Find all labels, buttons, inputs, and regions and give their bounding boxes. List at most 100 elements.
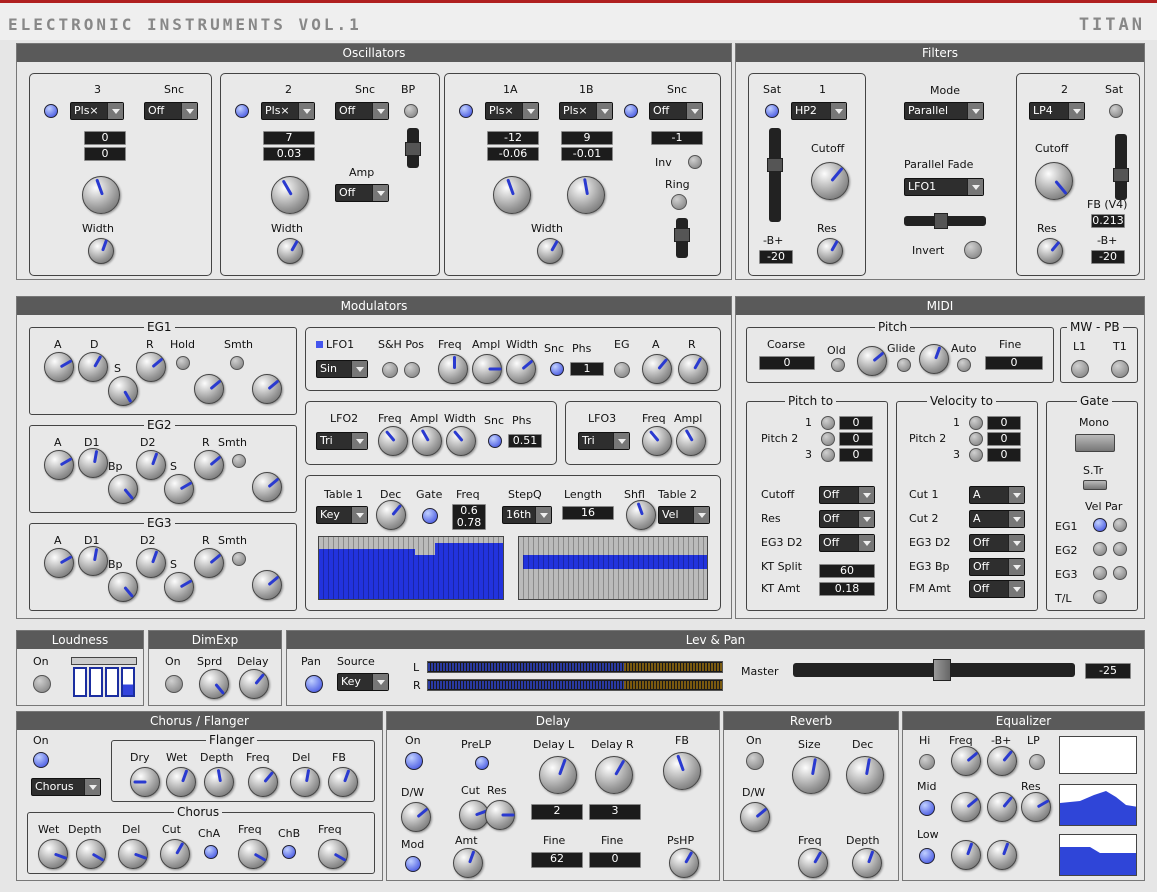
coarse-value[interactable]: 0 <box>759 356 815 370</box>
osc2-bp-slider[interactable] <box>405 128 421 168</box>
pitch-to-cutoff-dropdown[interactable]: Off <box>819 486 875 504</box>
velocity-to-1-led[interactable] <box>969 416 983 430</box>
eg1-smth-knob[interactable] <box>252 374 282 404</box>
lfo1-a-knob[interactable] <box>642 354 672 384</box>
invert-led[interactable] <box>964 241 982 259</box>
osc1b-value-1[interactable]: 9 <box>561 131 613 145</box>
kt-split-value[interactable]: 60 <box>819 564 875 578</box>
kt-amt-value[interactable]: 0.18 <box>819 582 875 596</box>
filter2-fb-value[interactable]: 0.213 <box>1091 214 1125 228</box>
eg1-d-knob[interactable] <box>78 352 108 382</box>
shfl-knob[interactable] <box>626 500 656 530</box>
osc1b-pitch-knob[interactable] <box>567 176 605 214</box>
delay-amt-knob[interactable] <box>453 848 483 878</box>
osc2-value-1[interactable]: 7 <box>263 131 315 145</box>
chorus-wet-knob[interactable] <box>38 839 68 869</box>
chorus-freq-a-knob[interactable] <box>238 839 268 869</box>
lfo1-r-knob[interactable] <box>678 354 708 384</box>
flanger-depth-knob[interactable] <box>204 767 234 797</box>
osc3-on-led[interactable] <box>44 104 58 118</box>
osc1-ring-slider[interactable] <box>674 218 690 258</box>
eq-mid-led[interactable] <box>919 800 935 816</box>
osc1a-wave-dropdown[interactable]: Pls× <box>485 102 539 120</box>
stepq-dropdown[interactable]: 16th <box>502 506 552 524</box>
osc1b-wave-dropdown[interactable]: Pls× <box>559 102 613 120</box>
filter2-cutoff-knob[interactable] <box>1035 162 1073 200</box>
eg1-smth-led[interactable] <box>230 356 244 370</box>
eg2-a-knob[interactable] <box>44 450 74 480</box>
dec-knob[interactable] <box>376 500 406 530</box>
eg1-r-knob[interactable] <box>136 352 166 382</box>
eg3-par-led[interactable] <box>1113 566 1127 580</box>
chorus-on-led[interactable] <box>33 752 49 768</box>
source-dropdown[interactable]: Key <box>337 673 389 691</box>
eg1-hold-knob[interactable] <box>194 374 224 404</box>
pshp-knob[interactable] <box>669 848 699 878</box>
eg3-d1-knob[interactable] <box>78 546 108 576</box>
osc1b-on-led[interactable] <box>624 104 638 118</box>
osc3-value-1[interactable]: 0 <box>84 131 126 145</box>
eg1-s-knob[interactable] <box>108 376 138 406</box>
eg1-hold-led[interactable] <box>176 356 190 370</box>
osc3-value-2[interactable]: 0 <box>84 147 126 161</box>
eg3-a-knob[interactable] <box>44 548 74 578</box>
osc1-snc-value[interactable]: -1 <box>651 131 703 145</box>
lfo1-wave-dropdown[interactable]: Sin <box>316 360 368 378</box>
table2-graph[interactable] <box>518 536 708 600</box>
lfo3-ampl-knob[interactable] <box>676 426 706 456</box>
osc1-ring-led[interactable] <box>671 194 687 210</box>
filter2-type-dropdown[interactable]: LP4 <box>1029 102 1085 120</box>
velocity-to-1-value[interactable]: 0 <box>987 416 1021 430</box>
table1-source-dropdown[interactable]: Key <box>316 506 368 524</box>
table2-source-dropdown[interactable]: Vel <box>658 506 710 524</box>
lfo3-wave-dropdown[interactable]: Tri <box>578 432 630 450</box>
dimexp-on-led[interactable] <box>165 675 183 693</box>
t1-led[interactable] <box>1111 360 1129 378</box>
osc1a-value-1[interactable]: -12 <box>487 131 539 145</box>
osc3-width-knob[interactable] <box>88 238 114 264</box>
eq-hi-gain-knob[interactable] <box>987 746 1017 776</box>
glide-time-knob[interactable] <box>857 346 887 376</box>
eg2-d1-knob[interactable] <box>78 448 108 478</box>
cha-led[interactable] <box>204 845 218 859</box>
lfo1-snc-led[interactable] <box>550 362 564 376</box>
delay-fine-l-value[interactable]: 62 <box>531 852 583 868</box>
delay-dw-knob[interactable] <box>401 802 431 832</box>
master-value[interactable]: -25 <box>1085 663 1131 679</box>
velocity-to-3-value[interactable]: 0 <box>987 448 1021 462</box>
eq-low-freq-knob[interactable] <box>951 840 981 870</box>
lfo1-pos-led[interactable] <box>404 362 420 378</box>
filter2-db-value[interactable]: -20 <box>1091 250 1125 264</box>
loudness-meter-icon[interactable] <box>71 657 139 699</box>
delay-fb-knob[interactable] <box>663 752 701 790</box>
osc3-pitch-knob[interactable] <box>82 176 120 214</box>
glide-led[interactable] <box>897 358 911 372</box>
chorus-cut-knob[interactable] <box>160 839 190 869</box>
pitch-to-2-value[interactable]: 0 <box>839 432 873 446</box>
filter1-type-dropdown[interactable]: HP2 <box>791 102 847 120</box>
loudness-on-led[interactable] <box>33 675 51 693</box>
delay-fine-r-value[interactable]: 0 <box>589 852 641 868</box>
length-value[interactable]: 16 <box>562 506 614 520</box>
flanger-freq-knob[interactable] <box>248 767 278 797</box>
flanger-dry-knob[interactable] <box>130 767 160 797</box>
filter-mode-dropdown[interactable]: Parallel <box>904 102 984 120</box>
prelp-led[interactable] <box>475 756 489 770</box>
eg3-s-knob[interactable] <box>164 572 194 602</box>
eg3-smth-led[interactable] <box>232 552 246 566</box>
eq-mid-gain-knob[interactable] <box>987 792 1017 822</box>
filter2-res-knob[interactable] <box>1037 238 1063 264</box>
osc1-snc-dropdown[interactable]: Off <box>649 102 703 120</box>
delay-r-knob[interactable] <box>595 756 633 794</box>
reverb-freq-knob[interactable] <box>798 848 828 878</box>
pitch-to-1-value[interactable]: 0 <box>839 416 873 430</box>
chb-led[interactable] <box>282 845 296 859</box>
reverb-on-led[interactable] <box>746 752 764 770</box>
velocity-to-2-value[interactable]: 0 <box>987 432 1021 446</box>
lfo1-freq-knob[interactable] <box>438 354 468 384</box>
velocity-to-3-led[interactable] <box>969 448 983 462</box>
parallel-fade-dropdown[interactable]: LFO1 <box>904 178 984 196</box>
lfo1-ampl-knob[interactable] <box>472 354 502 384</box>
fine-value[interactable]: 0 <box>985 356 1043 370</box>
sprd-knob[interactable] <box>199 669 229 699</box>
